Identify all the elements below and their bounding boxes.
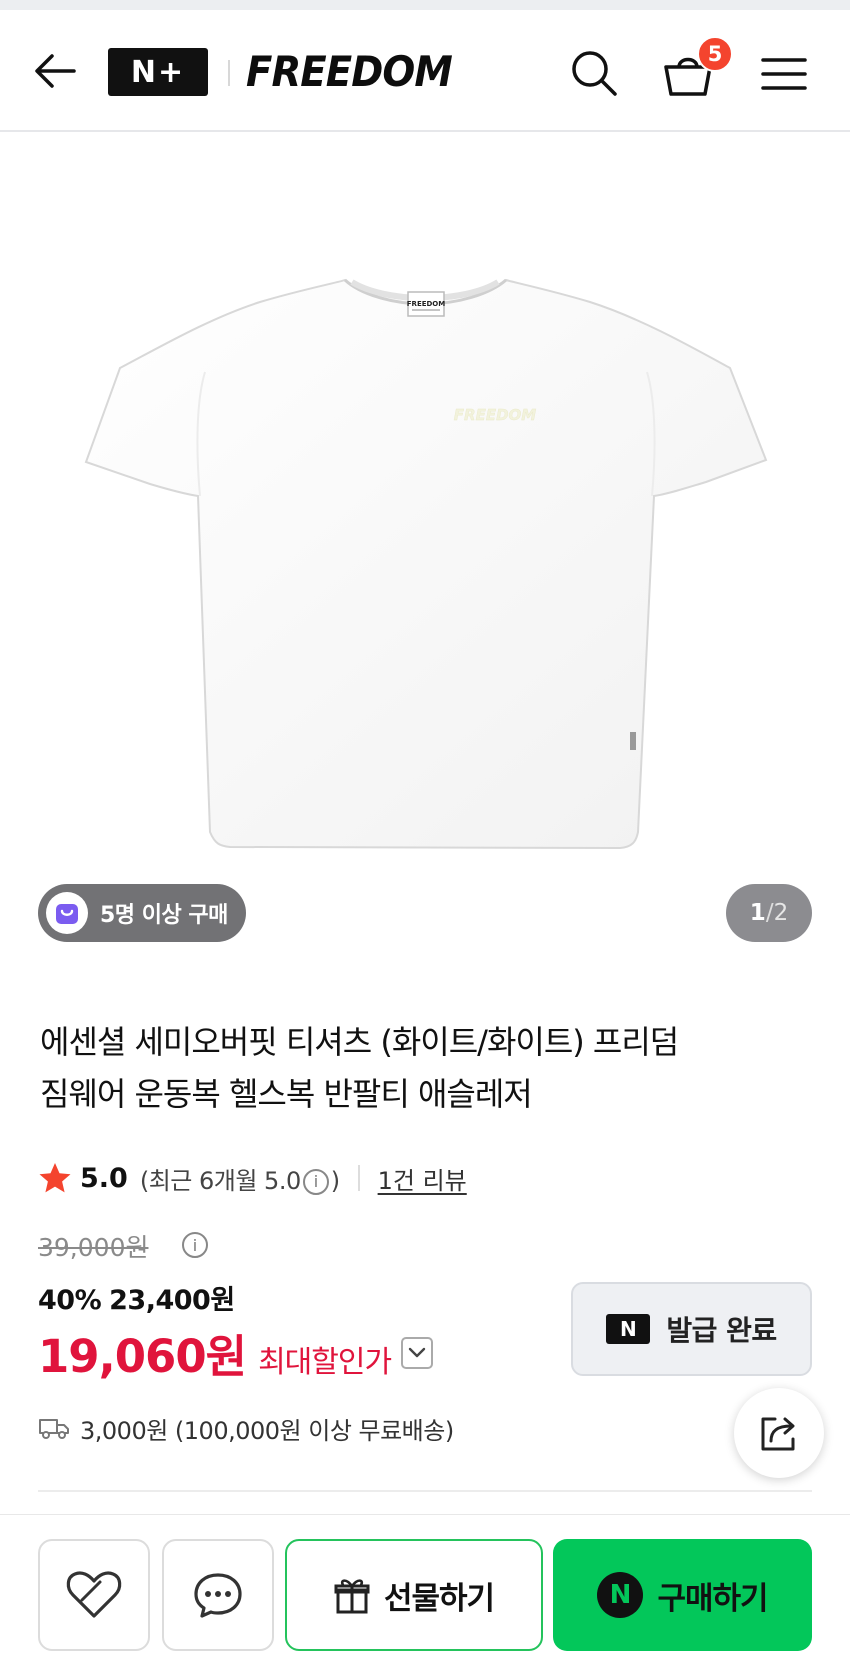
shipping-info: 3,000원 (100,000원 이상 무료배송) xyxy=(38,1408,454,1448)
search-icon xyxy=(572,51,617,96)
rating-score: 5.0 xyxy=(80,1162,128,1194)
image-index: 1 xyxy=(749,900,766,926)
shopping-bag-icon xyxy=(46,892,88,934)
coupon-issued-button[interactable]: N 발급 완료 xyxy=(571,1282,812,1376)
share-button[interactable] xyxy=(734,1388,824,1478)
gift-label: 선물하기 xyxy=(383,1580,495,1617)
shipping-text: 3,000원 (100,000원 이상 무료배송) xyxy=(80,1416,454,1445)
image-counter-separator: / xyxy=(765,900,774,926)
gift-button[interactable]: 선물하기 xyxy=(285,1539,543,1651)
chest-print-text: FREEDOM xyxy=(454,406,536,424)
purchase-count-badge: 5명 이상 구매 xyxy=(38,884,246,942)
buy-button[interactable]: N 구매하기 xyxy=(553,1539,812,1651)
delivery-truck-icon xyxy=(39,1419,69,1439)
buy-label: 구매하기 xyxy=(657,1580,768,1617)
top-header: N+ FREEDOM 5 xyxy=(0,10,850,132)
original-price: 39,000원 xyxy=(38,1233,149,1262)
product-title-line2: 짐웨어 운동복 헬스복 반팔티 애슬레저 xyxy=(40,1075,533,1113)
logo-divider xyxy=(228,60,230,86)
max-discount-price: 19,060원 xyxy=(38,1330,247,1383)
naver-n-icon: N xyxy=(606,1314,651,1344)
discount-price: 23,400원 xyxy=(109,1285,235,1316)
arrow-left-icon xyxy=(35,54,76,88)
white-tshirt-image: FREEDOM FREEDOM xyxy=(84,278,768,850)
price-info-icon[interactable]: i xyxy=(182,1232,208,1258)
heart-icon xyxy=(66,1571,122,1618)
cart-count-badge: 5 xyxy=(697,36,733,72)
search-button[interactable] xyxy=(566,46,622,100)
discount-row: 40% 23,400원 xyxy=(38,1278,235,1317)
discount-percent: 40% xyxy=(38,1285,102,1316)
share-icon xyxy=(761,1417,795,1451)
chat-bubble-icon xyxy=(194,1573,242,1618)
rating-recent-suffix: ) xyxy=(330,1166,340,1195)
bottom-action-bar: 선물하기 N 구매하기 xyxy=(0,1514,850,1669)
status-strip xyxy=(0,0,850,10)
product-image[interactable]: FREEDOM FREEDOM xyxy=(0,132,850,962)
image-total: 2 xyxy=(773,900,789,926)
rating-row: 5.0 (최근 6개월 5.0 i) 1건 리뷰 xyxy=(38,1158,467,1198)
brand-logo[interactable]: FREEDOM xyxy=(246,44,453,100)
coupon-status-label: 발급 완료 xyxy=(666,1314,777,1347)
chat-talk-button[interactable] xyxy=(162,1539,274,1651)
image-counter: 1/2 xyxy=(726,884,812,942)
max-discount-expand-button[interactable] xyxy=(401,1336,434,1369)
menu-button[interactable] xyxy=(756,50,812,98)
hamburger-menu-icon xyxy=(761,58,807,90)
rating-recent: (최근 6개월 5.0 i) xyxy=(140,1161,340,1196)
purchase-count-text: 5명 이상 구매 xyxy=(100,903,228,928)
nplus-logo[interactable]: N+ xyxy=(108,48,208,96)
review-count-link[interactable]: 1건 리뷰 xyxy=(378,1161,467,1196)
max-discount-row: 19,060원 최대할인가 xyxy=(38,1320,434,1385)
rating-recent-prefix: (최근 6개월 5.0 xyxy=(139,1166,301,1195)
rating-divider xyxy=(357,1165,360,1191)
content-divider xyxy=(38,1490,812,1492)
chevron-down-icon xyxy=(408,1347,426,1357)
neck-tag-text: FREEDOM xyxy=(407,300,445,308)
back-button[interactable] xyxy=(30,48,80,94)
star-icon xyxy=(39,1163,71,1193)
wishlist-button[interactable] xyxy=(38,1539,150,1651)
product-title-line1: 에센셜 세미오버핏 티셔츠 (화이트/화이트) 프리덤 xyxy=(40,1023,679,1061)
gift-box-icon xyxy=(334,1579,370,1614)
max-discount-label: 최대할인가 xyxy=(258,1345,392,1380)
info-icon[interactable]: i xyxy=(302,1168,329,1195)
naver-pay-n-icon: N xyxy=(597,1572,644,1618)
product-title: 에센셜 세미오버핏 티셔츠 (화이트/화이트) 프리덤 짐웨어 운동복 헬스복 … xyxy=(40,1016,820,1120)
